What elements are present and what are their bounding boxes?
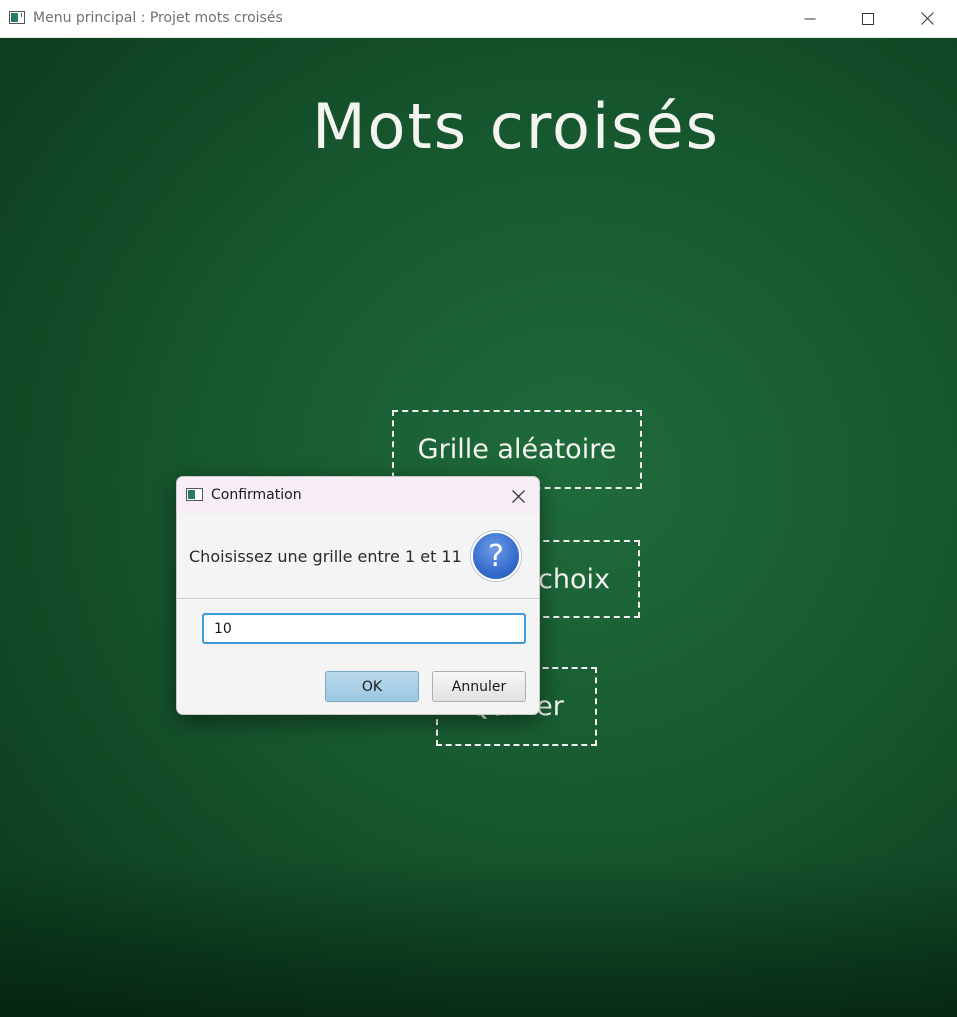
dialog-title: Confirmation	[211, 487, 302, 503]
confirmation-dialog: Confirmation Choisissez une grille entre…	[176, 476, 540, 715]
window-title: Menu principal : Projet mots croisés	[33, 10, 283, 26]
close-icon	[920, 12, 934, 25]
dialog-close-button[interactable]	[503, 481, 533, 511]
ok-button[interactable]: OK	[325, 671, 419, 702]
main-window: Menu principal : Projet mots croisés Mot…	[0, 0, 957, 1017]
window-titlebar: Menu principal : Projet mots croisés	[0, 0, 957, 38]
dialog-header: Choisissez une grille entre 1 et 11 ?	[177, 514, 539, 599]
app-window-icon	[9, 11, 25, 24]
cancel-button[interactable]: Annuler	[432, 671, 526, 702]
grid-number-input[interactable]	[202, 613, 526, 644]
close-button[interactable]	[898, 0, 956, 37]
close-icon	[511, 489, 525, 503]
minimize-button[interactable]	[781, 0, 839, 37]
dialog-message: Choisissez une grille entre 1 et 11	[189, 547, 462, 566]
game-title: Mots croisés	[312, 90, 720, 163]
dialog-titlebar: Confirmation	[177, 477, 539, 514]
minimize-icon	[804, 18, 816, 19]
app-window-icon	[186, 488, 203, 501]
maximize-button[interactable]	[839, 0, 897, 37]
maximize-icon	[862, 12, 874, 25]
question-icon: ?	[471, 531, 521, 581]
